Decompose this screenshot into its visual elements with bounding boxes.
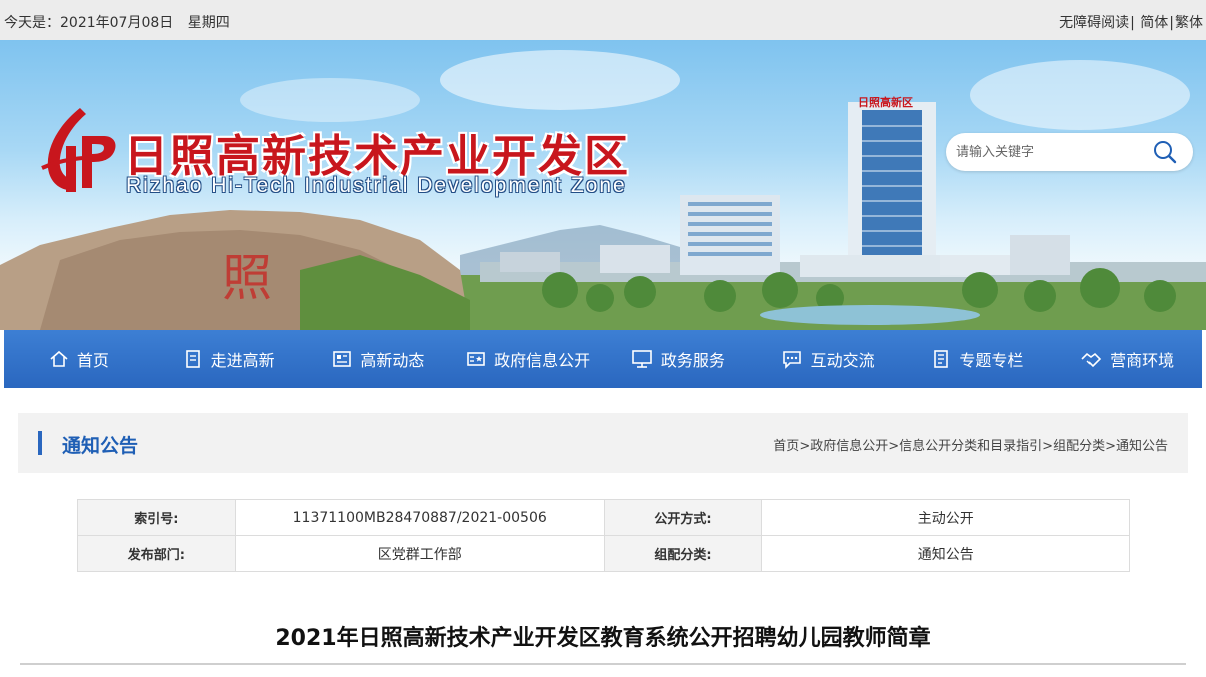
search-icon[interactable] (1152, 139, 1178, 165)
nav-label: 互动交流 (810, 351, 875, 370)
list-icon (934, 350, 949, 368)
category-label: 组配分类: (603, 535, 763, 572)
traditional-link[interactable]: 繁体 (1175, 15, 1203, 31)
top-bar: 今天是：2021年07月08日 星期四 无障碍阅读| 简体|繁体 (0, 0, 1206, 40)
nav-label: 专题专栏 (959, 351, 1024, 370)
search-box (946, 133, 1193, 171)
chat-icon (782, 351, 801, 369)
breadcrumb-directory[interactable]: 信息公开分类和目录指引 (899, 439, 1042, 454)
article-title: 2021年日照高新技术产业开发区教育系统公开招聘幼儿园教师简章 (275, 626, 931, 651)
index-value: 11371100MB28470887/2021-00506 (234, 499, 605, 536)
section-header: 通知公告 首页>政府信息公开>信息公开分类和目录指引>组配分类>通知公告 (18, 413, 1188, 473)
building-sign: 日照高新区 (858, 96, 913, 109)
breadcrumb-category[interactable]: 组配分类 (1053, 439, 1105, 454)
site-subtitle: Rizhao Hi-Tech Industrial Development Zo… (126, 174, 627, 197)
open-method-label: 公开方式: (603, 499, 763, 536)
table-row: 索引号: 11371100MB28470887/2021-00506 公开方式:… (77, 499, 1130, 536)
accessible-reading-link[interactable]: 无障碍阅读 (1059, 15, 1129, 31)
document-info-table: 索引号: 11371100MB28470887/2021-00506 公开方式:… (77, 499, 1130, 572)
department-value: 区党群工作部 (234, 535, 605, 572)
nav-label: 高新动态 (360, 351, 425, 370)
nav-gov-info[interactable]: 政府信息公开 (453, 330, 603, 388)
news-icon (333, 351, 352, 367)
nav-interaction[interactable]: 互动交流 (753, 330, 903, 388)
breadcrumb-separator: > (1042, 439, 1054, 454)
home-icon (50, 350, 68, 367)
nav-label: 走进高新 (210, 351, 275, 370)
nav-label: 营商环境 (1110, 351, 1175, 370)
nav-services[interactable]: 政务服务 (603, 330, 753, 388)
nav-label: 首页 (76, 351, 109, 370)
table-row: 发布部门: 区党群工作部 组配分类: 通知公告 (77, 535, 1130, 572)
breadcrumb: 首页>政府信息公开>信息公开分类和目录指引>组配分类>通知公告 (773, 435, 1168, 454)
gov-info-icon (467, 352, 485, 366)
breadcrumb-separator: > (799, 439, 811, 454)
breadcrumb-home[interactable]: 首页 (773, 439, 799, 454)
category-value: 通知公告 (761, 535, 1130, 572)
section-title: 通知公告 (62, 435, 139, 457)
title-divider (20, 663, 1186, 665)
top-links: 无障碍阅读| 简体|繁体 (1059, 12, 1203, 32)
separator: | (1169, 15, 1174, 31)
svg-text:照: 照 (222, 249, 272, 307)
nav-home[interactable]: 首页 (4, 330, 154, 388)
weekday: 星期四 (187, 15, 230, 31)
main-nav: 首页 走进高新 高新动态 政府信息公开 政务服务 互动交流 专题专栏 营商环境 (4, 330, 1202, 388)
department-label: 发布部门: (77, 535, 236, 572)
nav-topics[interactable]: 专题专栏 (903, 330, 1053, 388)
header-banner: 照 日照高新技术产业开发区 Rizhao Hi-Tech Industrial … (0, 40, 1206, 330)
nav-news[interactable]: 高新动态 (304, 330, 454, 388)
simplified-link[interactable]: 简体 (1140, 15, 1168, 31)
monitor-icon (632, 350, 652, 368)
search-input[interactable] (956, 142, 1146, 162)
breadcrumb-current[interactable]: 通知公告 (1116, 439, 1168, 454)
nav-label: 政府信息公开 (494, 351, 591, 370)
date-prefix: 今天是： (4, 15, 60, 31)
breadcrumb-gov-info[interactable]: 政府信息公开 (810, 439, 888, 454)
date-display: 今天是：2021年07月08日 星期四 (4, 12, 230, 32)
nav-about[interactable]: 走进高新 (154, 330, 304, 388)
nav-business[interactable]: 营商环境 (1052, 330, 1202, 388)
current-date: 2021年07月08日 (60, 15, 174, 31)
section-marker (38, 431, 42, 455)
breadcrumb-separator: > (888, 439, 900, 454)
nav-label: 政务服务 (660, 351, 725, 370)
document-icon (185, 350, 200, 368)
handshake-icon (1081, 352, 1102, 368)
separator: | (1130, 15, 1135, 31)
index-label: 索引号: (77, 499, 236, 536)
breadcrumb-separator: > (1105, 439, 1116, 454)
open-method-value: 主动公开 (761, 499, 1130, 536)
